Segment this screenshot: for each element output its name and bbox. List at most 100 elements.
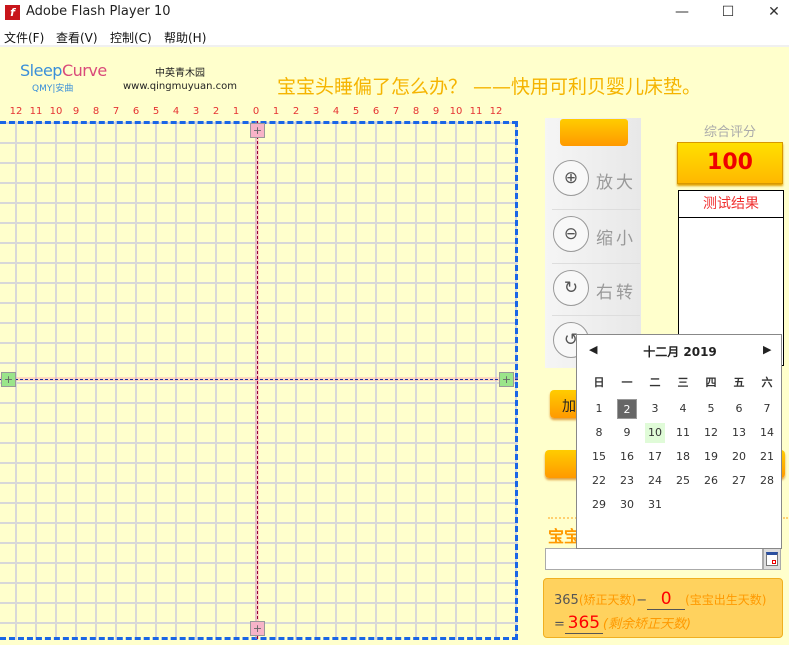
- weekday-header: 日: [593, 376, 605, 389]
- calendar-day[interactable]: 27: [729, 471, 749, 491]
- next-month-button[interactable]: ▶: [763, 343, 771, 356]
- add-button-label: 加: [562, 399, 576, 415]
- ruler-tick: 12: [489, 106, 503, 117]
- close-button[interactable]: ✕: [751, 0, 789, 25]
- calendar-button[interactable]: [763, 548, 781, 570]
- menu-help[interactable]: 帮助(H): [164, 29, 206, 46]
- calendar-month-title: 十二月 2019: [643, 345, 717, 359]
- score-value: 100: [677, 142, 783, 184]
- calendar-day[interactable]: 15: [589, 447, 609, 467]
- calendar-day[interactable]: 24: [645, 471, 665, 491]
- result-title: 测试结果: [679, 191, 783, 218]
- logo-subtitle: QMY|安曲: [32, 84, 74, 94]
- ruler-tick: 5: [152, 106, 160, 117]
- tool-panel-tab: [560, 119, 628, 146]
- left-handle[interactable]: +: [1, 372, 16, 387]
- calendar-day[interactable]: 3: [645, 399, 665, 419]
- calendar-day[interactable]: 23: [617, 471, 637, 491]
- calendar-day[interactable]: 12: [701, 423, 721, 443]
- rotate-right-label: 右转: [596, 283, 636, 303]
- formula-panel: 365(矫正天数)− 0 (宝宝出生天数) = 365 (剩余矫正天数): [543, 578, 783, 638]
- calendar-day[interactable]: 21: [757, 447, 777, 467]
- calendar-day[interactable]: 31: [645, 495, 665, 515]
- zoom-in-icon: ⊕: [553, 160, 589, 196]
- zoom-out-label: 缩小: [596, 229, 636, 249]
- born-days-note: (宝宝出生天数): [685, 593, 767, 607]
- ruler-tick: 3: [192, 106, 200, 117]
- calendar-icon: [766, 552, 778, 566]
- ruler-tick: 1: [232, 106, 240, 117]
- calendar-day[interactable]: 6: [729, 399, 749, 419]
- zoom-in-button[interactable]: ⊕ 放大: [552, 154, 640, 204]
- calendar-day[interactable]: 1: [589, 399, 609, 419]
- calendar-day[interactable]: 13: [729, 423, 749, 443]
- equals-sign: =: [554, 617, 565, 632]
- calendar-day[interactable]: 8: [589, 423, 609, 443]
- calendar-day[interactable]: 17: [645, 447, 665, 467]
- vertical-axis-line: [257, 121, 258, 639]
- ruler-tick: 8: [92, 106, 100, 117]
- zoom-out-button[interactable]: ⊖ 缩小: [552, 209, 640, 259]
- ruler-tick: 10: [49, 106, 63, 117]
- ruler-tick: 5: [352, 106, 360, 117]
- rotate-right-icon: ↻: [553, 270, 589, 306]
- calendar-day-selected[interactable]: 2: [617, 399, 637, 419]
- ruler-tick: 2: [292, 106, 300, 117]
- calendar-day[interactable]: 14: [757, 423, 777, 443]
- calendar-day[interactable]: 5: [701, 399, 721, 419]
- score-label: 综合评分: [704, 125, 757, 140]
- born-days: 0: [660, 589, 672, 609]
- calendar-day[interactable]: 26: [701, 471, 721, 491]
- logo-text-b: Curve: [61, 61, 107, 80]
- weekday-header: 三: [677, 376, 689, 389]
- calendar-day[interactable]: 4: [673, 399, 693, 419]
- calendar-day[interactable]: 25: [673, 471, 693, 491]
- calendar-day[interactable]: 28: [757, 471, 777, 491]
- calendar-day[interactable]: 19: [701, 447, 721, 467]
- ruler-tick: 0: [252, 106, 260, 117]
- rotate-right-button[interactable]: ↻ 右转: [552, 263, 640, 313]
- bottom-handle[interactable]: +: [250, 621, 265, 636]
- birthdate-input[interactable]: [545, 548, 763, 570]
- minus-sign: −: [636, 593, 648, 608]
- calendar-day[interactable]: 18: [673, 447, 693, 467]
- ruler-tick: 6: [372, 106, 380, 117]
- menu-file[interactable]: 文件(F): [4, 29, 44, 46]
- ruler-top: 12 11 10 9 8 7 6 5 4 3 2 1 0 1 2 3 4 5 6 7 8 9 10 11 12: [0, 106, 520, 120]
- calendar-day[interactable]: 11: [673, 423, 693, 443]
- calendar-day[interactable]: 16: [617, 447, 637, 467]
- ruler-tick: 11: [29, 106, 43, 117]
- calendar-day[interactable]: 20: [729, 447, 749, 467]
- ruler-tick: 1: [272, 106, 280, 117]
- date-picker-popup: 十二月 2019 ◀ ▶ 日一二三四五六 1 2 3 4 5 6 7 8 9 10 11 12 13 14 1…: [576, 334, 782, 549]
- menu-control[interactable]: 控制(C): [110, 29, 152, 46]
- weekday-header: 二: [649, 376, 661, 389]
- ruler-tick: 11: [469, 106, 483, 117]
- calendar-day[interactable]: 9: [617, 423, 637, 443]
- right-handle[interactable]: +: [499, 372, 514, 387]
- remaining-days-note: (剩余矫正天数): [602, 617, 692, 632]
- calendar-day[interactable]: 30: [617, 495, 637, 515]
- sleepcurve-logo: SleepCurve QMY|安曲: [20, 61, 107, 94]
- ruler-tick: 7: [392, 106, 400, 117]
- prev-month-button[interactable]: ◀: [589, 343, 597, 356]
- logo-text-a: Sleep: [20, 61, 62, 80]
- ruler-tick: 10: [449, 106, 463, 117]
- remaining-days: 365: [567, 613, 601, 633]
- maximize-button[interactable]: ☐: [705, 0, 751, 25]
- calendar-day[interactable]: 7: [757, 399, 777, 419]
- calendar-day[interactable]: 22: [589, 471, 609, 491]
- minimize-button[interactable]: —: [659, 0, 705, 25]
- ruler-tick: 2: [212, 106, 220, 117]
- menu-view[interactable]: 查看(V): [56, 29, 98, 46]
- calendar-day[interactable]: 29: [589, 495, 609, 515]
- calendar-day-today[interactable]: 10: [645, 423, 665, 443]
- top-handle[interactable]: +: [250, 123, 265, 138]
- total-days: 365: [554, 593, 579, 608]
- horizontal-axis-line: [0, 379, 518, 380]
- title-bar: f Adobe Flash Player 10 — ☐ ✕: [0, 0, 789, 25]
- zoom-in-label: 放大: [596, 173, 636, 193]
- ruler-tick: 4: [332, 106, 340, 117]
- ruler-tick: 12: [9, 106, 23, 117]
- ruler-tick: 8: [412, 106, 420, 117]
